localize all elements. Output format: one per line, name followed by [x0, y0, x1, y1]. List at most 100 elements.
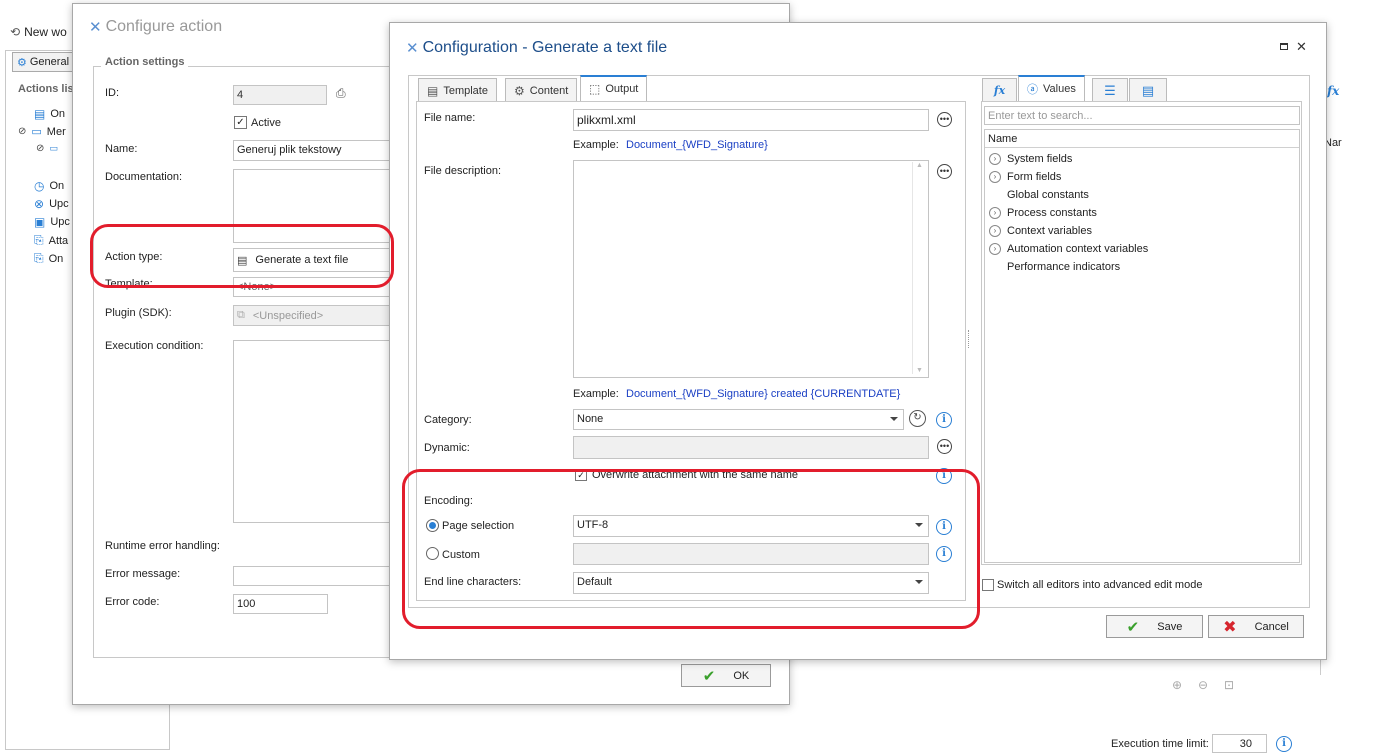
- values-icon: ⓐ: [1027, 84, 1038, 96]
- maximize-button[interactable]: [1280, 43, 1288, 50]
- execution-condition-label: Execution condition:: [105, 340, 204, 352]
- dynamic-more-icon[interactable]: •••: [937, 439, 952, 454]
- id-label: ID:: [105, 87, 120, 99]
- action-type-field[interactable]: ▤ Generate a text file: [233, 248, 393, 272]
- template-field[interactable]: <None>: [233, 277, 393, 297]
- tree-item-sub[interactable]: ⊘ ▭: [36, 143, 58, 154]
- file-name-input[interactable]: plikxml.xml: [573, 109, 929, 131]
- tab-content[interactable]: ⚙ Content: [505, 78, 578, 102]
- file-name-label: File name:: [424, 112, 476, 124]
- plugin-value: <Unspecified>: [252, 309, 324, 322]
- file-description-textarea[interactable]: [573, 160, 929, 378]
- zoom-in-icon[interactable]: ⊕: [1172, 678, 1182, 692]
- splitter-handle[interactable]: [968, 330, 971, 348]
- overwrite-info-icon[interactable]: i: [936, 468, 952, 484]
- category-select[interactable]: None: [573, 409, 904, 430]
- id-copy-icon[interactable]: ⎙: [336, 86, 346, 101]
- advanced-mode-checkbox[interactable]: [982, 579, 994, 591]
- custom-info-icon[interactable]: i: [936, 546, 952, 562]
- fit-icon[interactable]: ⊡: [1224, 678, 1234, 692]
- tab-function[interactable]: fx: [982, 78, 1017, 102]
- configuration-titlebar: ✕ Configuration - Generate a text file: [406, 39, 667, 57]
- page-selection-radio[interactable]: [426, 519, 439, 532]
- cancel-button[interactable]: ✖ Cancel: [1208, 615, 1304, 638]
- cancel-circle-icon: ⊗: [34, 197, 45, 211]
- configure-action-titlebar: ✕ Configure action: [89, 18, 222, 36]
- button-icon: ▭: [31, 126, 42, 138]
- attachment-icon: ⎘: [34, 233, 44, 247]
- collapse-icon: ⊘: [36, 143, 45, 154]
- tree-item-mer[interactable]: ⊘ ▭ Mer: [18, 125, 66, 139]
- dynamic-input: [573, 436, 929, 459]
- dynamic-label: Dynamic:: [424, 442, 470, 454]
- end-line-label: End line characters:: [424, 576, 522, 588]
- error-code-input[interactable]: 100: [233, 594, 328, 614]
- tree-item-atta[interactable]: ⎘ Atta: [34, 233, 68, 248]
- tree-row-performance-indicators[interactable]: Performance indicators: [1007, 261, 1120, 273]
- tree-item-upc-1[interactable]: ⊗ Upc: [34, 197, 69, 211]
- custom-label: Custom: [442, 549, 480, 561]
- tab-content-label: Content: [529, 84, 569, 97]
- check-icon: ✔: [1126, 618, 1140, 636]
- custom-radio[interactable]: [426, 547, 439, 560]
- tree-item-on-1[interactable]: ▤ On: [34, 107, 65, 121]
- tree-item-upc-2[interactable]: ▣ Upc: [34, 215, 70, 229]
- name-label: Name:: [105, 143, 138, 155]
- tree-row-system-fields[interactable]: › System fields: [989, 153, 1072, 165]
- tab-values[interactable]: ⓐ Values: [1018, 75, 1085, 101]
- general-tab[interactable]: ⚙ General: [12, 52, 75, 72]
- tab-form[interactable]: ▤: [1129, 78, 1167, 102]
- runtime-error-label: Runtime error handling:: [105, 540, 220, 552]
- tree-row-process-constants[interactable]: › Process constants: [989, 207, 1097, 219]
- refresh-icon[interactable]: ↻: [909, 410, 926, 427]
- configuration-title: Configuration - Generate a text file: [422, 39, 668, 56]
- expand-icon[interactable]: ›: [989, 171, 1001, 183]
- tree-row-context-variables[interactable]: › Context variables: [989, 225, 1092, 237]
- execution-time-info-icon[interactable]: i: [1276, 736, 1292, 752]
- description-scrollbar[interactable]: ▲ ▼: [912, 162, 926, 374]
- form-icon: ▤: [1141, 82, 1155, 98]
- tab-values-label: Values: [1043, 83, 1076, 95]
- form-icon: ▤: [34, 107, 46, 121]
- zoom-out-icon[interactable]: ⊖: [1198, 678, 1208, 692]
- tab-template[interactable]: ▤ Template: [418, 78, 497, 102]
- tab-list[interactable]: ☰: [1092, 78, 1128, 102]
- tree-row-automation-context-variables[interactable]: › Automation context variables: [989, 243, 1148, 255]
- save-button[interactable]: ✔ Save: [1106, 615, 1203, 638]
- tree-item-on-2[interactable]: ◷ On: [34, 179, 64, 193]
- expand-icon[interactable]: ›: [989, 243, 1001, 255]
- name-input[interactable]: Generuj plik tekstowy: [233, 140, 393, 161]
- clock-icon: ◷: [34, 179, 45, 193]
- tree-item-on-3[interactable]: ⎘ On: [34, 251, 63, 266]
- file-description-more-icon[interactable]: •••: [937, 164, 952, 179]
- file-name-more-icon[interactable]: •••: [937, 112, 952, 127]
- close-icon[interactable]: ✕: [1296, 39, 1307, 55]
- active-checkbox[interactable]: ✓: [234, 116, 247, 129]
- page-selection-select[interactable]: UTF-8: [573, 515, 929, 537]
- execution-time-limit-input[interactable]: 30: [1212, 734, 1267, 753]
- category-info-icon[interactable]: i: [936, 412, 952, 428]
- expand-icon[interactable]: ›: [989, 153, 1001, 165]
- tree-row-global-constants[interactable]: Global constants: [1007, 189, 1089, 201]
- tab-output[interactable]: ⬚ Output: [580, 75, 648, 101]
- cancel-x-icon: ✖: [1223, 618, 1237, 636]
- execution-condition-textarea[interactable]: [233, 340, 393, 523]
- page-selection-info-icon[interactable]: i: [936, 519, 952, 535]
- action-type-value: Generate a text file: [255, 254, 349, 266]
- tree-row-form-fields[interactable]: › Form fields: [989, 171, 1061, 183]
- error-message-input[interactable]: [233, 566, 393, 586]
- expand-icon[interactable]: ›: [989, 207, 1001, 219]
- new-workflow-icon: ⟲: [10, 25, 21, 39]
- values-search-input[interactable]: Enter text to search...: [984, 106, 1300, 125]
- tab-output-label: Output: [605, 83, 639, 95]
- overwrite-checkbox[interactable]: ✓: [575, 469, 587, 481]
- end-line-select[interactable]: Default: [573, 572, 929, 594]
- configuration-window: ✕ Configuration - Generate a text file ✕…: [389, 22, 1327, 660]
- documentation-textarea[interactable]: [233, 169, 393, 243]
- new-workflow-button[interactable]: ⟲ New wo: [10, 24, 67, 40]
- cancel-label: Cancel: [1254, 620, 1289, 633]
- ok-button[interactable]: ✔ OK: [681, 664, 771, 687]
- file-description-example-label: Example:: [573, 388, 619, 400]
- page-selection-label: Page selection: [442, 520, 515, 532]
- expand-icon[interactable]: ›: [989, 225, 1001, 237]
